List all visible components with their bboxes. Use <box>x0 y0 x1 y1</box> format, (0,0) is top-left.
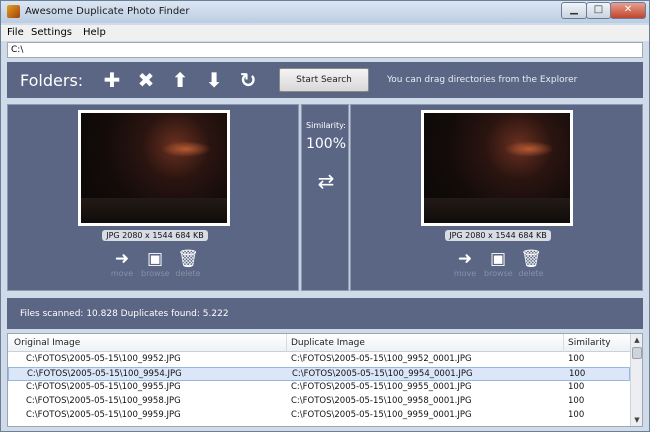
header-similarity[interactable]: Similarity <box>568 338 611 348</box>
maximize-button[interactable]: □ <box>586 2 611 19</box>
start-search-button[interactable]: Start Search <box>279 68 369 92</box>
arrow-right-icon: ➜ <box>114 249 130 269</box>
table-row[interactable]: C:\FOTOS\2005-05-15\100_9952.JPG C:\FOTO… <box>8 353 630 367</box>
left-image-info: JPG 2080 x 1544 684 KB <box>102 230 208 241</box>
right-photo[interactable] <box>421 110 573 226</box>
folder-upload-icon: ▣ <box>146 249 164 269</box>
folder-upload-icon: ▣ <box>489 249 507 269</box>
menu-help[interactable]: Help <box>83 27 106 38</box>
header-original[interactable]: Original Image <box>14 338 80 348</box>
similarity-label: Similarity: <box>306 121 346 130</box>
app-window: Awesome Duplicate Photo Finder ▁ □ ✕ Fil… <box>0 0 650 432</box>
table-row-selected[interactable]: C:\FOTOS\2005-05-15\100_9954.JPG C:\FOTO… <box>8 367 630 381</box>
menu-file[interactable]: File <box>7 27 24 38</box>
arrow-right-icon: ➜ <box>457 249 473 269</box>
scan-status-text: Files scanned: 10.828 Duplicates found: … <box>20 309 229 319</box>
left-browse-button[interactable]: ▣ browse <box>141 249 170 278</box>
refresh-icon[interactable]: ↻ <box>237 69 259 91</box>
swap-icon[interactable]: ⇄ <box>314 169 338 193</box>
right-move-button[interactable]: ➜ move <box>451 249 479 278</box>
table-header: Original Image Duplicate Image Similarit… <box>8 334 630 352</box>
table-row[interactable]: C:\FOTOS\2005-05-15\100_9955.JPG C:\FOTO… <box>8 381 630 395</box>
folder-toolbar: Folders: ✚ ✖ ⬆ ⬇ ↻ Start Search You can … <box>7 62 643 98</box>
menu-bar: File Settings Help <box>1 25 649 41</box>
right-image-pane: JPG 2080 x 1544 684 KB ➜ move ▣ browse 🗑… <box>350 104 643 291</box>
table-row[interactable]: C:\FOTOS\2005-05-15\100_9958.JPG C:\FOTO… <box>8 395 630 409</box>
scroll-down-icon[interactable]: ▼ <box>631 414 642 426</box>
add-folder-icon[interactable]: ✚ <box>101 69 123 91</box>
right-photo-image <box>424 113 570 223</box>
window-title: Awesome Duplicate Photo Finder <box>25 6 190 17</box>
status-bar: Files scanned: 10.828 Duplicates found: … <box>7 298 643 329</box>
move-down-icon[interactable]: ⬇ <box>203 69 225 91</box>
minimize-button[interactable]: ▁ <box>561 2 587 19</box>
left-delete-button[interactable]: 🗑 delete <box>174 249 202 278</box>
folder-path-input[interactable] <box>7 42 643 58</box>
left-image-pane: JPG 2080 x 1544 684 KB ➜ move ▣ browse 🗑… <box>7 104 299 291</box>
results-scrollbar[interactable]: ▲ ▼ <box>630 334 642 426</box>
similarity-value: 100% <box>305 136 347 152</box>
trash-icon: 🗑 <box>520 249 542 269</box>
trash-icon: 🗑 <box>177 249 199 269</box>
left-photo[interactable] <box>78 110 230 226</box>
left-move-button[interactable]: ➜ move <box>108 249 136 278</box>
folders-label: Folders: <box>20 71 84 90</box>
app-icon <box>7 5 20 18</box>
scroll-thumb[interactable] <box>632 347 642 359</box>
close-button[interactable]: ✕ <box>610 2 646 19</box>
remove-folder-icon[interactable]: ✖ <box>135 69 157 91</box>
right-delete-button[interactable]: 🗑 delete <box>517 249 545 278</box>
left-photo-image <box>81 113 227 223</box>
table-row[interactable]: C:\FOTOS\2005-05-15\100_9959.JPG C:\FOTO… <box>8 409 630 423</box>
move-up-icon[interactable]: ⬆ <box>169 69 191 91</box>
similarity-pane: Similarity: 100% ⇄ <box>301 104 349 291</box>
compare-panel: JPG 2080 x 1544 684 KB ➜ move ▣ browse 🗑… <box>7 104 643 291</box>
scroll-up-icon[interactable]: ▲ <box>631 334 642 346</box>
header-duplicate[interactable]: Duplicate Image <box>291 338 365 348</box>
right-browse-button[interactable]: ▣ browse <box>484 249 513 278</box>
results-table: Original Image Duplicate Image Similarit… <box>7 333 643 427</box>
drag-hint-text: You can drag directories from the Explor… <box>387 75 578 85</box>
right-image-info: JPG 2080 x 1544 684 KB <box>445 230 551 241</box>
title-bar: Awesome Duplicate Photo Finder ▁ □ ✕ <box>1 1 649 23</box>
menu-settings[interactable]: Settings <box>31 27 72 38</box>
